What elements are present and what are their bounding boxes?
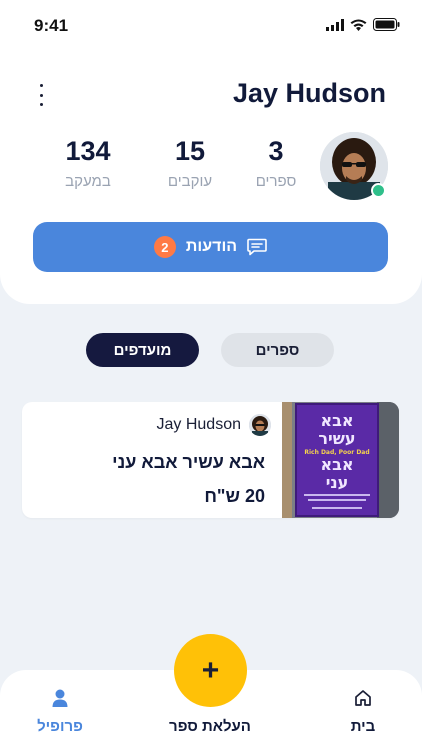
book-price: 20 ש"ח <box>204 486 265 506</box>
nav-profile[interactable]: פרופיל <box>20 688 100 735</box>
more-options-icon[interactable] <box>34 84 48 106</box>
book-owner[interactable]: Jay Hudson <box>156 414 271 436</box>
notifications-count-badge: 2 <box>153 236 176 258</box>
user-icon <box>52 689 68 707</box>
profile-name: Jay Hudson <box>232 78 386 108</box>
svg-text:אבא: אבא <box>320 455 353 474</box>
stat-following[interactable]: 134 במעקב <box>38 136 138 190</box>
notifications-label: הודעות <box>185 238 238 255</box>
signal-icon <box>326 18 344 31</box>
status-icons <box>326 18 400 31</box>
svg-text:עני: עני <box>326 473 349 492</box>
stat-following-label: במעקב <box>65 173 111 190</box>
stat-followers-value: 15 <box>174 136 206 166</box>
book-card[interactable]: אבא עשיר Rich Dad, Poor Dad אבא עני Jay … <box>22 402 399 518</box>
book-cover-art: אבא עשיר Rich Dad, Poor Dad אבא עני <box>282 402 399 518</box>
svg-text:אבא: אבא <box>320 411 353 430</box>
message-icon <box>247 238 267 256</box>
notifications-button[interactable]: 2 הודעות <box>33 222 388 272</box>
profile-card: Jay Hudson 3 ספרים 15 עוקבים 134 במעקב 2 <box>0 50 422 304</box>
battery-icon <box>373 18 400 31</box>
book-title: אבא עשיר אבא עני <box>112 452 265 472</box>
nav-upload-book[interactable]: העלאת ספר <box>160 718 260 735</box>
status-bar: 9:41 <box>0 0 422 50</box>
tab-favorites[interactable]: מועדפים <box>86 333 199 367</box>
stat-followers-label: עוקבים <box>167 173 213 190</box>
stat-followers[interactable]: 15 עוקבים <box>140 136 240 190</box>
svg-text:עשיר: עשיר <box>318 429 355 448</box>
owner-avatar <box>249 414 271 436</box>
book-cover-image: אבא עשיר Rich Dad, Poor Dad אבא עני <box>282 402 399 518</box>
book-owner-name: Jay Hudson <box>156 416 242 433</box>
stat-books-value: 3 <box>268 136 284 166</box>
tab-books[interactable]: ספרים <box>221 333 334 367</box>
stat-books[interactable]: 3 ספרים <box>226 136 326 190</box>
status-time: 9:41 <box>34 16 69 35</box>
stat-following-value: 134 <box>65 136 111 166</box>
nav-profile-label: פרופיל <box>37 718 83 735</box>
nav-home-label: בית <box>350 718 376 735</box>
wifi-icon <box>350 19 367 31</box>
add-book-button[interactable]: + <box>174 634 247 707</box>
nav-home[interactable]: בית <box>323 688 403 735</box>
profile-avatar[interactable] <box>320 132 388 200</box>
nav-upload-label: העלאת ספר <box>169 718 251 735</box>
online-status-dot <box>371 183 386 198</box>
stat-books-label: ספרים <box>255 173 297 190</box>
home-icon <box>355 690 371 706</box>
plus-icon: + <box>201 653 220 687</box>
